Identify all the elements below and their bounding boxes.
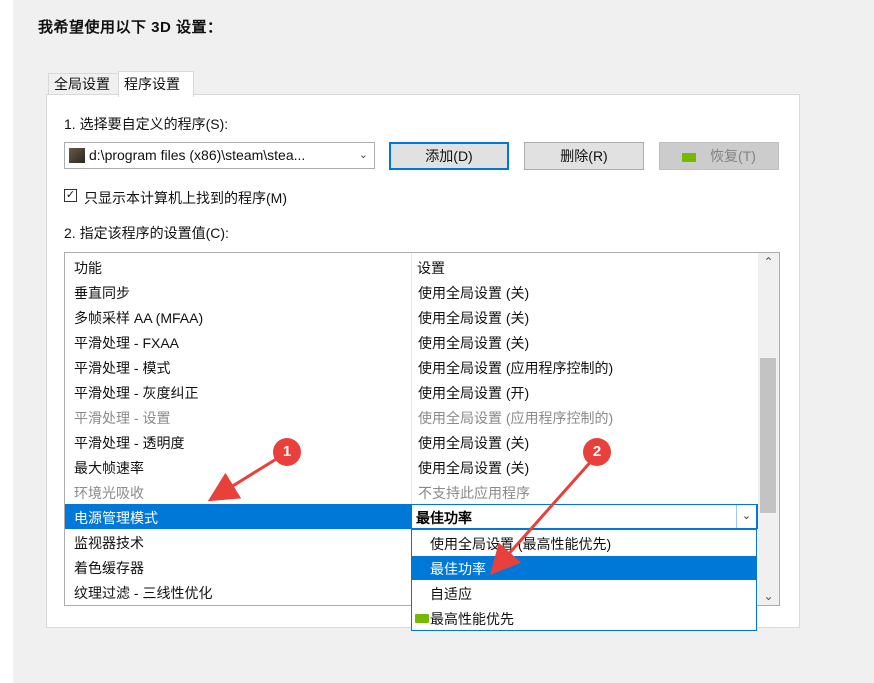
- annotation-arrows: [207, 456, 596, 575]
- annotation-arrow-1: [207, 456, 279, 502]
- annotation-badge-1: 1: [273, 438, 301, 466]
- annotation-arrow-2: [490, 457, 596, 575]
- annotation-badge-2: 2: [583, 438, 611, 466]
